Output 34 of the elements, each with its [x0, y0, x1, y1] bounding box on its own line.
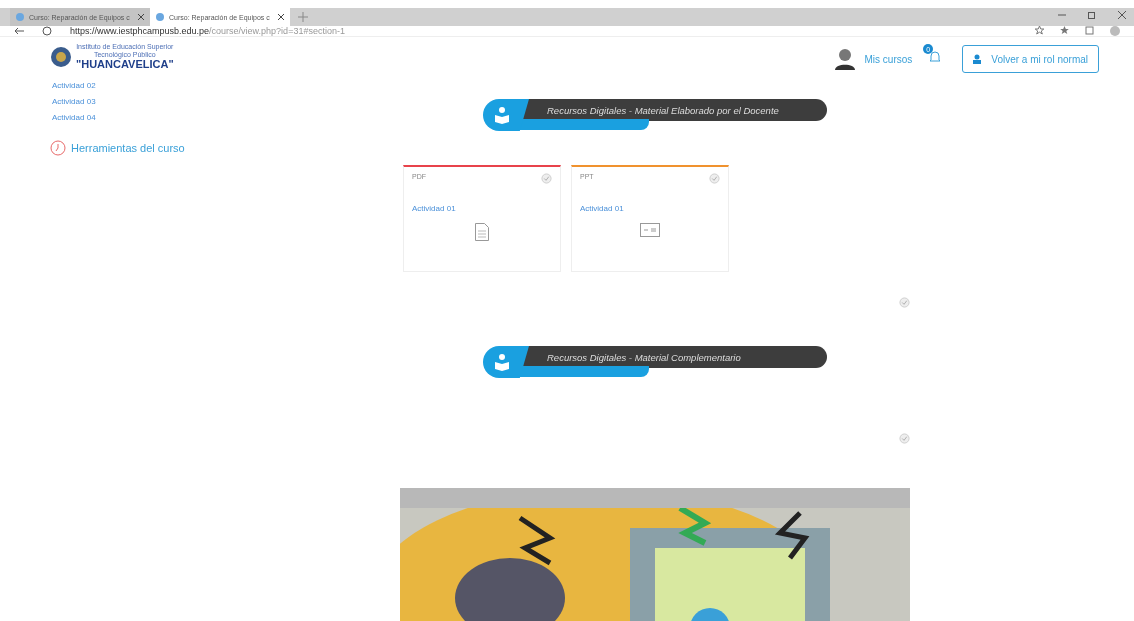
site-icon [16, 13, 24, 21]
reader-icon [493, 353, 511, 371]
close-icon[interactable] [1118, 11, 1126, 19]
site-icon [156, 13, 164, 21]
collections-icon[interactable] [1085, 26, 1094, 35]
document-icon [475, 223, 489, 241]
activity-link[interactable]: Actividad 02 [52, 78, 400, 95]
check-circle-icon[interactable] [899, 297, 910, 308]
activity-link[interactable]: Actividad 04 [52, 110, 400, 127]
slides-icon [640, 223, 660, 237]
reader-icon [493, 106, 511, 124]
favorites-icon[interactable] [1060, 26, 1069, 35]
activity-link[interactable]: Actividad 03 [52, 94, 400, 111]
reload-icon[interactable] [42, 26, 52, 36]
logo-icon [50, 45, 72, 68]
user-icon [973, 54, 982, 64]
avatar-icon[interactable] [834, 48, 855, 70]
activity-link[interactable]: Actividad 01 [412, 204, 552, 213]
address-field[interactable]: https://www.iestphcampusb.edu.pe/course/view.php?id=31#section-1 [70, 26, 345, 36]
activity-link[interactable]: Actividad 01 [580, 204, 720, 213]
my-courses-link[interactable]: Mis cursos [864, 53, 913, 65]
star-icon[interactable] [1035, 26, 1044, 35]
bell-icon[interactable] [928, 50, 943, 64]
back-icon[interactable] [14, 27, 24, 35]
restore-icon[interactable] [1088, 11, 1096, 19]
role-button[interactable]: Volver a mi rol normal [962, 45, 1099, 73]
close-tab-icon[interactable] [138, 14, 144, 20]
check-circle-icon[interactable] [899, 433, 910, 444]
close-tab-icon[interactable] [278, 14, 284, 20]
clock-icon [50, 140, 66, 157]
logo-name: "HUANCAVELICA" [76, 58, 174, 71]
course-tools-link[interactable]: Herramientas del curso [50, 140, 400, 157]
check-circle-icon[interactable] [709, 173, 720, 184]
check-circle-icon[interactable] [541, 173, 552, 184]
